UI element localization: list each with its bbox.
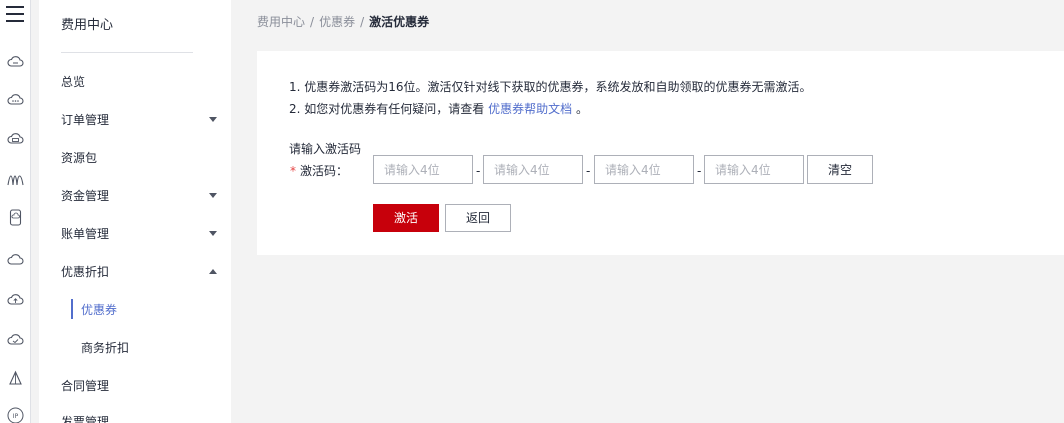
icon-rail: IP: [0, 0, 31, 423]
sidebar-subitem-business-discount[interactable]: 商务折扣: [81, 338, 221, 358]
note-line-2: 2. 如您对优惠券有任何疑问，请查看 优惠券帮助文档 。: [289, 100, 588, 118]
sidebar-item-label: 资源包: [61, 151, 98, 165]
sidebar-item-discounts[interactable]: 优惠折扣: [61, 262, 221, 282]
chevron-down-icon: [209, 193, 217, 198]
wave-icon[interactable]: [7, 171, 24, 188]
cloud-server-icon[interactable]: [7, 53, 24, 70]
form-title: 请输入激活码: [289, 142, 362, 156]
cloud-icon[interactable]: [7, 251, 24, 268]
menu-icon[interactable]: [6, 6, 24, 22]
sidebar-item-invoices[interactable]: 发票管理: [61, 412, 221, 423]
sidebar-divider: [61, 52, 193, 53]
sidebar-item-label: 账单管理: [61, 227, 110, 241]
breadcrumb-separator: /: [360, 15, 365, 29]
dash-separator: -: [697, 164, 702, 178]
sidebar-item-label: 总览: [61, 75, 86, 89]
sidebar-item-funds[interactable]: 资金管理: [61, 186, 221, 206]
sidebar-item-label: 订单管理: [61, 113, 110, 127]
sidebar-item-label: 资金管理: [61, 189, 110, 203]
sidebar-item-billing[interactable]: 账单管理: [61, 224, 221, 244]
sidebar-item-orders[interactable]: 订单管理: [61, 110, 221, 130]
sidebar-item-label: 优惠折扣: [61, 265, 110, 279]
dash-separator: -: [586, 164, 591, 178]
chevron-down-icon: [209, 231, 217, 236]
cloud-storage-icon[interactable]: [7, 130, 24, 147]
activation-card: 1. 优惠券激活码为16位。激活仅针对线下获取的优惠券，系统发放和自助领取的优惠…: [257, 51, 1064, 255]
breadcrumb-item[interactable]: 费用中心: [257, 15, 305, 29]
breadcrumb: 费用中心 / 优惠券 / 激活优惠券: [257, 12, 429, 32]
label-text: 激活码：: [300, 164, 349, 178]
code-input-1[interactable]: [373, 155, 473, 184]
dash-separator: -: [476, 164, 481, 178]
help-doc-link[interactable]: 优惠券帮助文档: [488, 102, 572, 116]
active-indicator: [71, 299, 73, 319]
sidebar: 费用中心 总览 订单管理 资源包 资金管理 账单管理 优惠折扣 优惠券 商务折扣…: [39, 0, 231, 423]
sidebar-subitem-coupons[interactable]: 优惠券: [81, 300, 221, 320]
breadcrumb-separator: /: [310, 15, 315, 29]
chevron-down-icon: [209, 117, 217, 122]
cloud-upload-icon[interactable]: [7, 291, 24, 308]
code-input-3[interactable]: [594, 155, 694, 184]
sidebar-item-contracts[interactable]: 合同管理: [61, 376, 221, 396]
activation-code-label: * 激活码：: [290, 161, 348, 181]
sidebar-item-overview[interactable]: 总览: [61, 72, 221, 92]
sidebar-title: 费用中心: [61, 18, 114, 33]
required-mark: *: [290, 164, 296, 178]
sidebar-item-resource-packages[interactable]: 资源包: [61, 148, 221, 168]
note-suffix: 。: [575, 102, 588, 116]
cloud-dots-icon[interactable]: [7, 91, 24, 108]
cloud-check-icon[interactable]: [7, 331, 24, 348]
note-prefix: 2. 如您对优惠券有任何疑问，请查看: [289, 102, 485, 116]
mobile-icon[interactable]: [7, 209, 24, 226]
bell-icon[interactable]: [7, 370, 24, 387]
clear-button[interactable]: 清空: [807, 155, 873, 184]
breadcrumb-item[interactable]: 优惠券: [319, 15, 355, 29]
chevron-up-icon: [209, 269, 217, 274]
note-line-1: 1. 优惠券激活码为16位。激活仅针对线下获取的优惠券，系统发放和自助领取的优惠…: [289, 80, 812, 94]
sidebar-item-label: 合同管理: [61, 379, 110, 393]
code-input-2[interactable]: [483, 155, 583, 184]
ip-icon[interactable]: IP: [7, 407, 24, 423]
sidebar-item-label: 发票管理: [61, 415, 110, 423]
breadcrumb-current: 激活优惠券: [369, 15, 430, 29]
activate-button[interactable]: 激活: [373, 204, 439, 232]
code-input-4[interactable]: [704, 155, 804, 184]
back-button[interactable]: 返回: [445, 204, 511, 232]
ip-label: IP: [13, 413, 19, 420]
